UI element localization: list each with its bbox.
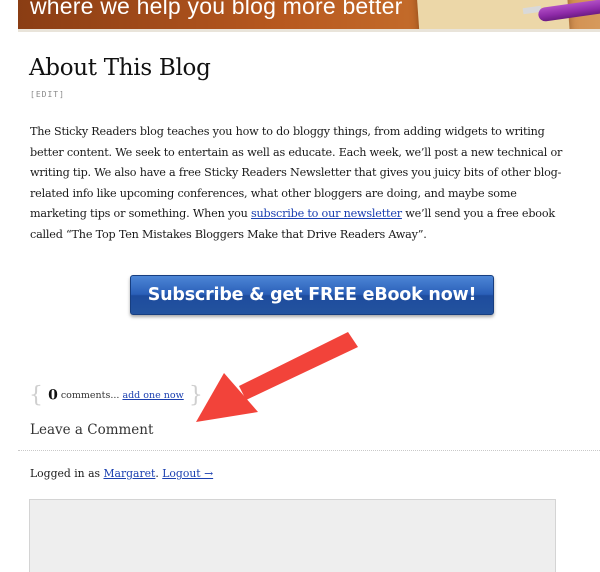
divider (18, 450, 600, 451)
annotation-arrow-icon (196, 332, 358, 422)
header-banner: where we help you blog more better (18, 0, 600, 29)
add-comment-link[interactable]: add one now (122, 390, 183, 401)
header-tagline: where we help you blog more better (30, 0, 403, 19)
logged-in-row: Logged in as Margaret. Logout → (30, 467, 213, 480)
logout-link[interactable]: Logout → (162, 467, 213, 480)
comment-count-text: comments... (57, 390, 123, 401)
subscribe-button[interactable]: Subscribe & get FREE eBook now! (130, 275, 494, 315)
brace-close: } (188, 383, 203, 408)
subscribe-newsletter-link[interactable]: subscribe to our newsletter (251, 207, 402, 220)
leave-comment-heading: Leave a Comment (30, 422, 154, 438)
comment-count-row: { 0 comments... add one now } (29, 383, 203, 408)
comment-textarea[interactable] (29, 499, 556, 572)
arrow-shaft (239, 332, 358, 400)
username-link[interactable]: Margaret (103, 467, 155, 480)
logged-in-prefix: Logged in as (30, 467, 104, 480)
comment-count: 0 (48, 387, 58, 404)
about-body: The Sticky Readers blog teaches you how … (30, 122, 575, 246)
page-title: About This Blog (29, 55, 211, 81)
brace-open: { (29, 383, 43, 408)
edit-link[interactable]: [EDIT] (30, 90, 65, 99)
header-rule (18, 29, 600, 32)
